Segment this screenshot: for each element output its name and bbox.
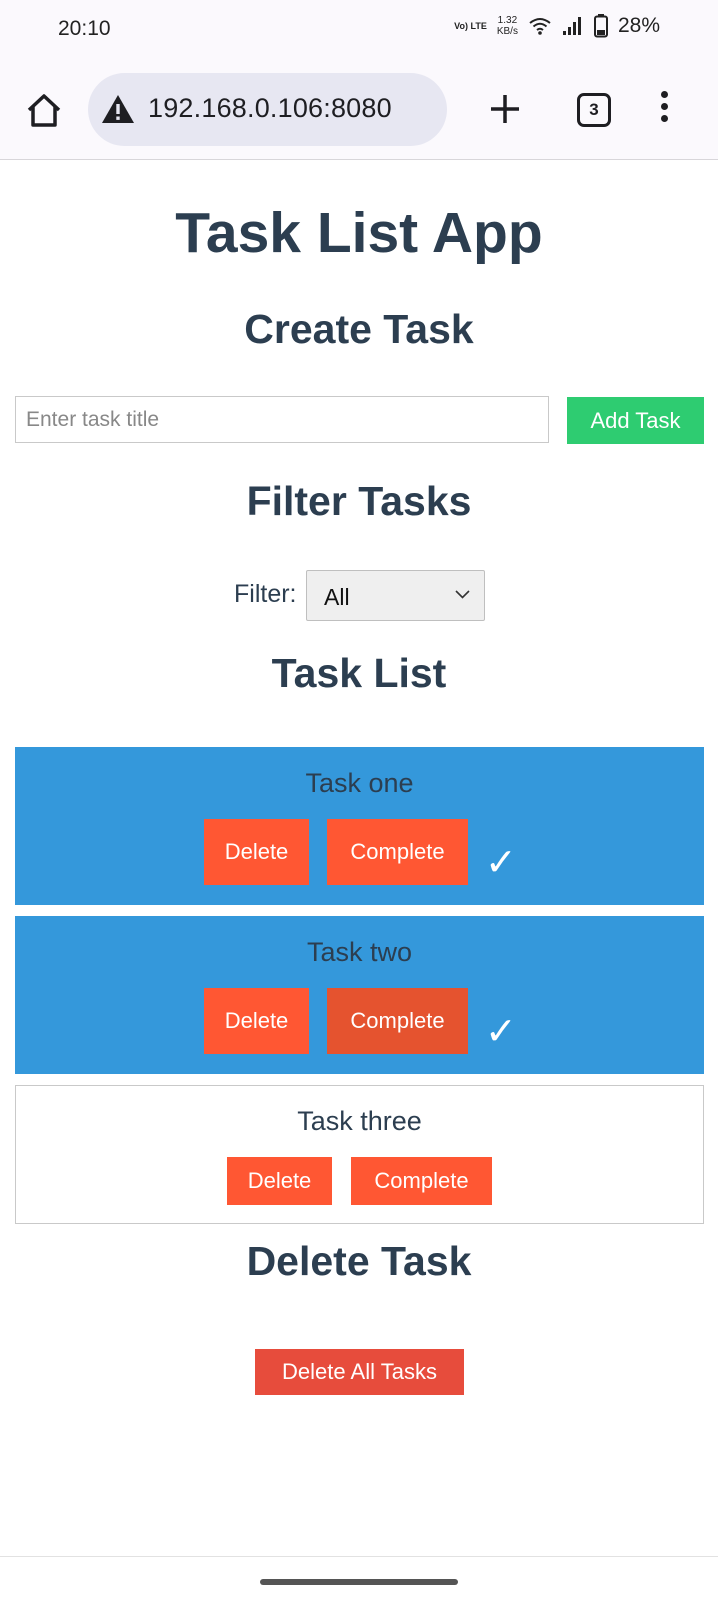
battery-percentage: 28% <box>617 14 660 37</box>
create-task-heading: Create Task <box>244 306 474 352</box>
home-icon[interactable] <box>22 88 66 132</box>
more-menu-icon[interactable] <box>654 91 674 131</box>
task-title: Task two <box>306 937 413 967</box>
battery-icon <box>593 14 608 38</box>
network-type: Vo) LTE <box>454 21 487 31</box>
complete-task-button[interactable]: Complete <box>327 819 468 885</box>
status-time: 20:10 <box>58 17 111 40</box>
network-speed: 1.32 KB/s <box>497 15 518 37</box>
status-icons: Vo) LTE 1.32 KB/s 28% <box>454 14 660 38</box>
delete-task-button[interactable]: Delete <box>204 819 309 885</box>
signal-icon <box>562 17 581 35</box>
speed-value: 1.32 <box>497 15 518 26</box>
filter-select[interactable]: All <box>306 570 485 621</box>
task-item: Task two Delete Complete ✓ <box>15 916 704 1074</box>
task-title: Task three <box>297 1106 422 1136</box>
chevron-down-icon <box>455 590 470 599</box>
task-title-input[interactable] <box>15 396 549 443</box>
page-title: Task List App <box>175 201 543 265</box>
system-navigation-bar <box>0 1556 718 1601</box>
checkmark-icon: ✓ <box>485 1011 517 1053</box>
browser-toolbar: 192.168.0.106:8080 3 <box>0 60 718 160</box>
plus-icon[interactable] <box>487 87 523 131</box>
filter-selected-value: All <box>324 584 350 610</box>
task-list-heading: Task List <box>271 650 447 696</box>
url-text[interactable]: 192.168.0.106:8080 <box>148 93 392 124</box>
warning-icon[interactable] <box>100 93 136 125</box>
delete-all-tasks-button[interactable]: Delete All Tasks <box>255 1349 464 1395</box>
tabs-icon[interactable]: 3 <box>577 93 611 127</box>
speed-unit: KB/s <box>496 26 518 37</box>
delete-task-button[interactable]: Delete <box>227 1157 332 1205</box>
task-item: Task three Delete Complete <box>15 1085 704 1224</box>
complete-task-button[interactable]: Complete <box>327 988 468 1054</box>
delete-task-heading: Delete Task <box>246 1238 472 1284</box>
delete-task-button[interactable]: Delete <box>204 988 309 1054</box>
status-bar: 20:10 Vo) LTE 1.32 KB/s 28% <box>0 0 718 60</box>
checkmark-icon: ✓ <box>485 842 517 884</box>
task-title: Task one <box>305 768 414 798</box>
filter-tasks-heading: Filter Tasks <box>246 478 472 524</box>
gesture-handle[interactable] <box>260 1579 458 1585</box>
address-bar[interactable]: 192.168.0.106:8080 <box>88 73 447 146</box>
wifi-icon <box>529 18 551 35</box>
add-task-button[interactable]: Add Task <box>567 397 704 444</box>
task-item: Task one Delete Complete ✓ <box>15 747 704 905</box>
filter-label: Filter: <box>234 580 297 608</box>
complete-task-button[interactable]: Complete <box>351 1157 492 1205</box>
